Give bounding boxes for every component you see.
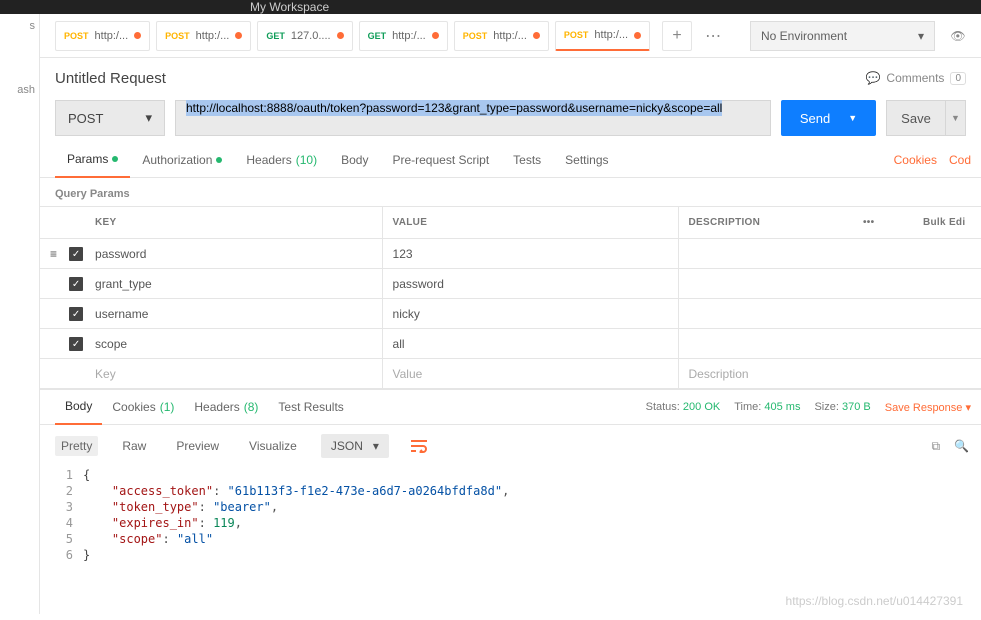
request-title-row: Untitled Request 💬 Comments 0 [40,58,981,98]
url-input[interactable]: http://localhost:8888/oauth/token?passwo… [175,100,771,136]
method-label: POST [64,31,89,41]
request-tab[interactable]: GEThttp:/... [359,21,448,51]
row-checkbox[interactable]: ✓ [69,277,83,291]
row-checkbox[interactable]: ✓ [69,247,83,261]
tab-menu-button[interactable]: ⋯ [698,21,728,51]
environment-select[interactable]: No Environment▾ [750,21,935,51]
cookies-link[interactable]: Cookies [894,153,937,167]
search-icon[interactable]: 🔍 [954,439,969,454]
line-gutter: 123456 [55,467,83,563]
code-lines: { "access_token": "61b113f3-f1e2-473e-a6… [83,467,509,563]
workspace-name[interactable]: My Workspace [250,0,329,14]
format-select[interactable]: JSON▾ [321,434,389,458]
table-row[interactable]: ✓ scope all [40,329,981,359]
tab-body[interactable]: Body [329,142,380,178]
table-row[interactable]: ≡ ✓ password 123 [40,239,981,269]
new-tab-button[interactable]: + [662,21,692,51]
save-button[interactable]: Save [886,100,946,136]
chevron-down-icon: ▼ [848,113,857,123]
resp-tab-body[interactable]: Body [55,389,102,425]
resp-tab-headers[interactable]: Headers(8) [184,389,268,425]
param-value-input[interactable]: Value [382,359,678,389]
tab-prerequest[interactable]: Pre-request Script [380,142,501,178]
view-pretty[interactable]: Pretty [55,436,98,456]
response-tabs: Body Cookies(1) Headers(8) Test Results … [40,389,981,425]
tab-tests[interactable]: Tests [501,142,553,178]
param-desc-input[interactable]: Description [678,359,981,389]
table-row[interactable]: ✓ username nicky [40,299,981,329]
chevron-down-icon: ▾ [373,439,379,453]
col-menu-button[interactable]: ••• [853,207,913,239]
chevron-down-icon: ▾ [145,110,152,126]
col-key: KEY [85,207,382,239]
save-menu-button[interactable]: ▼ [946,100,966,136]
rail-item[interactable]: s [0,14,39,38]
send-button[interactable]: Send▼ [781,100,876,136]
tab-params[interactable]: Params [55,142,130,178]
save-response-button[interactable]: Save Response ▾ [885,401,971,414]
request-tab[interactable]: POSThttp:/... [156,21,251,51]
status-value: 200 OK [683,401,720,413]
eye-icon: 👁 [950,29,965,43]
query-params-table: KEY VALUE DESCRIPTION ••• Bulk Edi ≡ ✓ p… [40,206,981,389]
comments-count: 0 [950,72,966,85]
tab-headers[interactable]: Headers(10) [234,142,329,178]
query-params-label: Query Params [40,178,981,206]
param-value[interactable]: 123 [382,239,678,269]
param-key-input[interactable]: Key [85,359,382,389]
copy-icon[interactable]: ⧉ [931,439,940,454]
view-preview[interactable]: Preview [170,436,225,456]
param-desc[interactable] [678,239,981,269]
request-tab[interactable]: POSThttp:/... [454,21,549,51]
tab-settings[interactable]: Settings [553,142,620,178]
size-value: 370 B [842,401,871,413]
request-subtabs: Params Authorization Headers(10) Body Pr… [40,142,981,178]
request-tabs-row: POSThttp:/... POSThttp:/... GET127.0....… [40,14,981,58]
url-row: POST▾ http://localhost:8888/oauth/token?… [40,98,981,142]
main-area: POSThttp:/... POSThttp:/... GET127.0....… [40,14,981,620]
request-title[interactable]: Untitled Request [55,70,166,87]
method-select[interactable]: POST▾ [55,100,165,136]
response-meta: Status: 200 OK Time: 405 ms Size: 370 B … [646,401,971,414]
environment-row: No Environment▾ 👁 [750,14,981,58]
tab-authorization[interactable]: Authorization [130,142,234,178]
resp-tab-cookies[interactable]: Cookies(1) [102,389,184,425]
time-value: 405 ms [764,401,800,413]
chevron-down-icon: ▾ [918,29,924,43]
col-value: VALUE [382,207,678,239]
drag-handle-icon[interactable]: ≡ [40,239,57,269]
row-checkbox[interactable]: ✓ [69,307,83,321]
left-rail: s ash [0,14,40,614]
request-tab[interactable]: POSThttp:/... [555,21,650,51]
request-tab[interactable]: POSThttp:/... [55,21,150,51]
table-row[interactable]: ✓ grant_type password [40,269,981,299]
app-top-bar: My Workspace [0,0,981,14]
view-raw[interactable]: Raw [116,436,152,456]
indicator-dot-icon [112,156,118,162]
response-body[interactable]: 123456 { "access_token": "61b113f3-f1e2-… [40,467,981,563]
body-view-row: Pretty Raw Preview Visualize JSON▾ ⧉ 🔍 [40,425,981,467]
comments-button[interactable]: 💬 Comments 0 [865,71,966,85]
row-checkbox[interactable]: ✓ [69,337,83,351]
comment-icon: 💬 [865,71,880,85]
request-tab[interactable]: GET127.0.... [257,21,352,51]
bulk-edit-button[interactable]: Bulk Edi [913,207,981,239]
table-row-new[interactable]: Key Value Description [40,359,981,389]
view-visualize[interactable]: Visualize [243,436,303,456]
resp-tab-tests[interactable]: Test Results [268,389,353,425]
unsaved-dot-icon [134,32,141,39]
code-link[interactable]: Cod [949,153,971,167]
rail-item[interactable]: ash [0,78,39,102]
indicator-dot-icon [216,157,222,163]
wrap-lines-button[interactable] [407,434,431,458]
col-description: DESCRIPTION [678,207,853,239]
param-key[interactable]: password [85,239,382,269]
environment-preview-button[interactable]: 👁 [943,21,973,51]
